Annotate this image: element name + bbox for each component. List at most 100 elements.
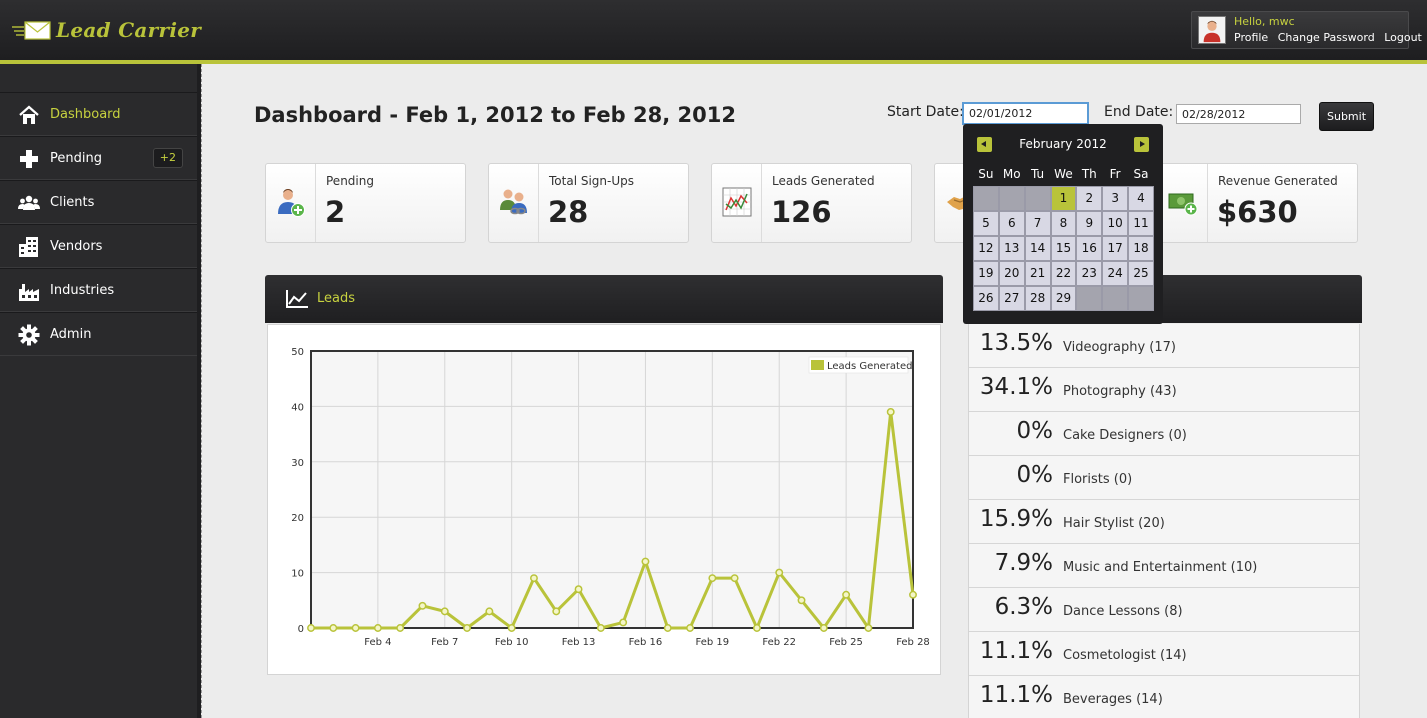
leads-data-point[interactable] — [864, 624, 873, 632]
weekday-label: Tu — [1031, 167, 1045, 181]
x-tick-label: Feb 25 — [829, 637, 863, 648]
datepicker-day[interactable]: 12 — [973, 236, 999, 261]
stat-card-total-signups: Total Sign-Ups 28 — [488, 163, 689, 243]
leads-data-point[interactable] — [641, 557, 650, 566]
envelope-logo-icon — [12, 21, 51, 40]
datepicker-day[interactable]: 25 — [1128, 261, 1154, 286]
sidebar-item-label: Pending — [50, 150, 102, 166]
next-month-button[interactable] — [1134, 137, 1149, 152]
leads-data-point[interactable] — [507, 624, 516, 632]
weekday-label: Th — [1081, 167, 1097, 181]
leads-data-point[interactable] — [463, 624, 472, 632]
pending-count-badge: +2 — [152, 148, 183, 168]
people-icon — [18, 195, 40, 210]
datepicker-day[interactable]: 18 — [1128, 236, 1154, 261]
leads-data-point[interactable] — [886, 407, 895, 416]
datepicker-day[interactable]: 23 — [1076, 261, 1103, 286]
datepicker-empty-cell — [1102, 286, 1129, 311]
breakdown-row: 11.1% Cosmetologist (14) — [969, 632, 1359, 676]
breakdown-panel-header — [1153, 275, 1362, 323]
breakdown-percent: 34.1% — [979, 374, 1053, 400]
datepicker-day[interactable]: 1 — [1050, 186, 1077, 211]
leads-data-point[interactable] — [663, 624, 672, 632]
datepicker-day[interactable]: 7 — [1024, 211, 1051, 236]
datepicker-day[interactable]: 9 — [1076, 211, 1103, 236]
logo[interactable]: Lead Carrier — [12, 16, 201, 44]
stat-label: Leads Generated — [772, 174, 875, 188]
leads-data-point[interactable] — [819, 624, 828, 632]
datepicker-day[interactable]: 14 — [1024, 236, 1051, 261]
datepicker-day[interactable]: 8 — [1050, 211, 1077, 236]
leads-data-point[interactable] — [708, 574, 717, 583]
datepicker-day[interactable]: 16 — [1076, 236, 1103, 261]
datepicker-day[interactable]: 6 — [998, 211, 1025, 236]
leads-data-point[interactable] — [574, 585, 583, 594]
sidebar-item-label: Admin — [50, 326, 92, 342]
datepicker-day[interactable]: 27 — [998, 286, 1025, 311]
change-password-link[interactable]: Change Password — [1278, 31, 1375, 44]
datepicker-day[interactable]: 29 — [1050, 286, 1077, 311]
leads-data-point[interactable] — [440, 607, 449, 616]
datepicker-day[interactable]: 24 — [1102, 261, 1129, 286]
leads-data-point[interactable] — [775, 568, 784, 577]
datepicker-day[interactable]: 13 — [998, 236, 1025, 261]
start-date-input[interactable] — [962, 102, 1089, 125]
breakdown-industry-name: Hair Stylist (20) — [1063, 516, 1165, 531]
breakdown-percent: 0% — [1016, 418, 1054, 444]
breakdown-industry-name: Florists (0) — [1063, 472, 1133, 487]
leads-data-point[interactable] — [373, 624, 382, 632]
sidebar-item-pending[interactable]: Pending +2 — [0, 136, 197, 180]
leads-data-point[interactable] — [842, 590, 851, 599]
leads-data-point[interactable] — [686, 624, 694, 632]
leads-data-point[interactable] — [329, 624, 338, 632]
datepicker-day[interactable]: 10 — [1102, 211, 1129, 236]
sidebar-item-admin[interactable]: Admin — [0, 312, 197, 356]
y-tick-label: 30 — [291, 458, 304, 469]
sidebar-item-clients[interactable]: Clients — [0, 180, 197, 224]
datepicker-day[interactable]: 3 — [1102, 186, 1129, 211]
sidebar-item-industries[interactable]: Industries — [0, 268, 197, 312]
leads-data-point[interactable] — [730, 574, 739, 583]
profile-link[interactable]: Profile — [1234, 31, 1268, 44]
datepicker-day[interactable]: 5 — [973, 211, 999, 236]
stat-value: 28 — [548, 195, 589, 229]
leads-data-point[interactable] — [396, 624, 405, 632]
datepicker-day[interactable]: 26 — [973, 286, 999, 311]
leads-data-point[interactable] — [552, 607, 561, 616]
breakdown-percent: 0% — [1016, 462, 1054, 488]
datepicker-day[interactable]: 21 — [1024, 261, 1051, 286]
stat-value: 126 — [771, 195, 832, 229]
datepicker-day[interactable]: 11 — [1128, 211, 1154, 236]
leads-data-point[interactable] — [619, 618, 628, 627]
x-tick-label: Feb 19 — [696, 637, 730, 648]
leads-data-point[interactable] — [530, 574, 538, 583]
leads-data-point[interactable] — [909, 590, 917, 599]
leads-data-point[interactable] — [307, 624, 315, 632]
breakdown-row: 13.5% Videography (17) — [969, 324, 1359, 368]
leads-data-point[interactable] — [596, 624, 605, 632]
datepicker-day[interactable]: 20 — [998, 261, 1025, 286]
datepicker-day[interactable]: 15 — [1050, 236, 1077, 261]
leads-data-point[interactable] — [752, 624, 761, 632]
breakdown-row: 0% Florists (0) — [969, 456, 1359, 500]
leads-data-point[interactable] — [797, 596, 806, 605]
logout-link[interactable]: Logout — [1384, 31, 1422, 44]
x-tick-label: Feb 10 — [495, 637, 529, 648]
sidebar-item-dashboard[interactable]: Dashboard — [0, 92, 197, 136]
datepicker-day[interactable]: 19 — [973, 261, 999, 286]
datepicker-day[interactable]: 22 — [1050, 261, 1077, 286]
weekday-label: Sa — [1133, 167, 1149, 181]
leads-data-point[interactable] — [418, 601, 427, 610]
breakdown-industry-name: Beverages (14) — [1063, 692, 1163, 707]
avatar[interactable] — [1198, 16, 1226, 44]
datepicker-day[interactable]: 2 — [1076, 186, 1103, 211]
sidebar: Dashboard Pending +2 Clients Vendors Ind… — [0, 64, 197, 718]
datepicker-day[interactable]: 17 — [1102, 236, 1129, 261]
sidebar-item-vendors[interactable]: Vendors — [0, 224, 197, 268]
submit-button[interactable]: Submit — [1319, 102, 1374, 131]
datepicker-day[interactable]: 28 — [1024, 286, 1051, 311]
end-date-input[interactable] — [1176, 104, 1301, 124]
leads-data-point[interactable] — [351, 624, 360, 632]
datepicker-day[interactable]: 4 — [1128, 186, 1154, 211]
leads-data-point[interactable] — [485, 607, 494, 616]
